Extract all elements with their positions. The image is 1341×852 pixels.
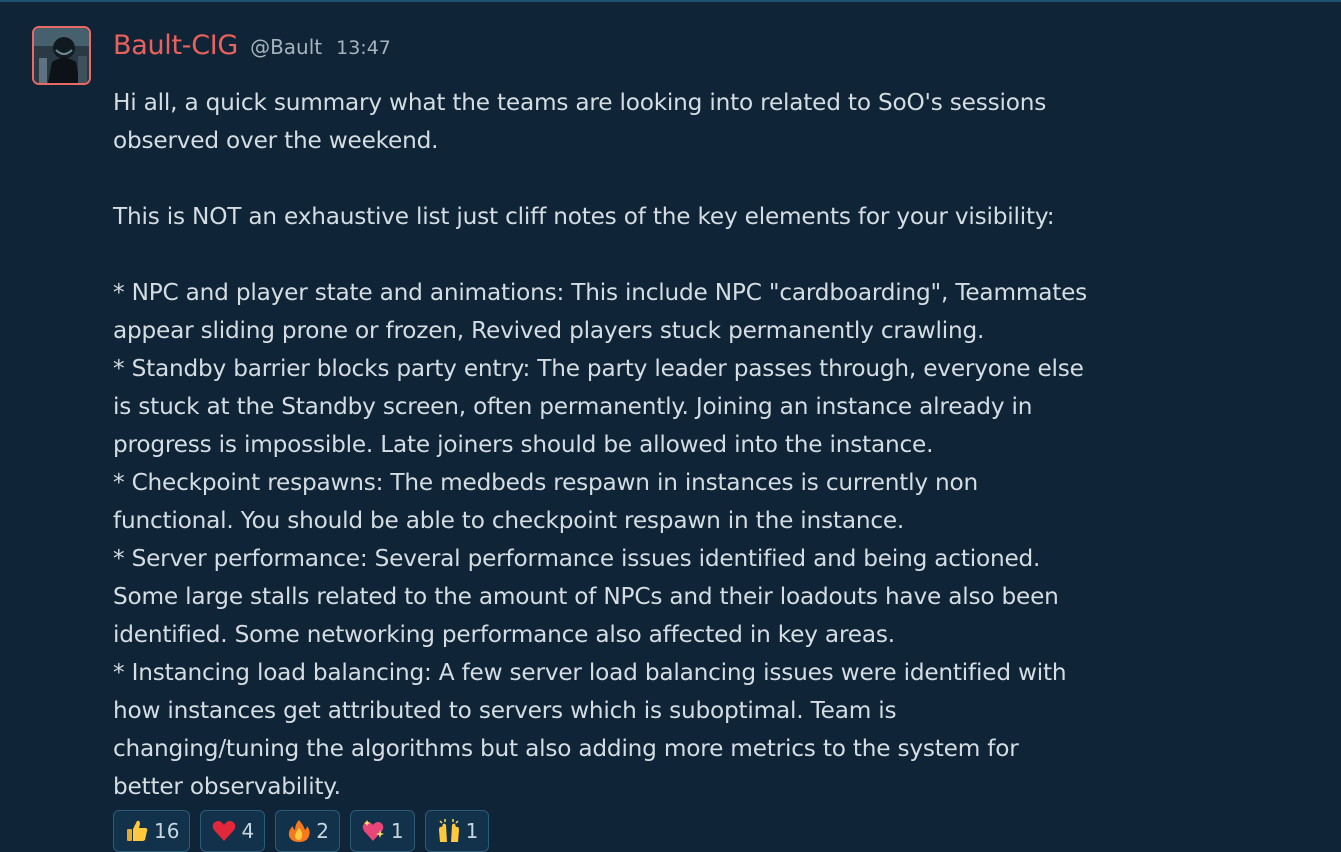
reaction-count: 1 <box>465 819 479 843</box>
message-timestamp: 13:47 <box>336 37 391 59</box>
message-header: Bault-CIG @Bault 13:47 <box>113 30 391 74</box>
message-line: progress is impossible. Late joiners sho… <box>113 431 934 458</box>
heart-icon <box>213 821 236 841</box>
reaction-count: 1 <box>390 819 404 843</box>
author-name[interactable]: Bault-CIG <box>113 30 238 61</box>
message-line: identified. Some networking performance … <box>113 621 895 648</box>
reaction-bar: 16 4 2 1 1 <box>113 810 490 852</box>
reaction-fire[interactable]: 2 <box>275 810 340 852</box>
reaction-thumbs-up[interactable]: 16 <box>113 810 191 852</box>
reaction-sparkling-heart[interactable]: 1 <box>349 810 415 852</box>
chat-message: Bault-CIG @Bault 13:47 Hi all, a quick s… <box>0 0 1341 852</box>
reaction-count: 4 <box>241 819 255 843</box>
message-line: how instances get attributed to servers … <box>113 697 897 724</box>
message-line: changing/tuning the algorithms but also … <box>113 735 1019 762</box>
message-line: functional. You should be able to checkp… <box>113 507 905 534</box>
reaction-heart[interactable]: 4 <box>200 810 266 852</box>
message-line: better observability. <box>113 773 341 800</box>
message-line: Hi all, a quick summary what the teams a… <box>113 89 1047 116</box>
avatar-image <box>34 28 89 83</box>
fire-icon <box>289 820 310 842</box>
message-line: Some large stalls related to the amount … <box>113 583 1059 610</box>
message-line: * Checkpoint respawns: The medbeds respa… <box>113 469 979 496</box>
message-line: is stuck at the Standby screen, often pe… <box>113 393 1033 420</box>
author-handle: @Bault <box>250 35 323 59</box>
sparkling-heart-icon <box>362 820 384 841</box>
reaction-raised-hands[interactable]: 1 <box>424 810 490 852</box>
reaction-count: 2 <box>316 819 329 843</box>
avatar[interactable] <box>32 26 91 85</box>
message-line: * Server performance: Several performanc… <box>113 545 1041 572</box>
message-line: * Instancing load balancing: A few serve… <box>113 659 1067 686</box>
message-body: Hi all, a quick summary what the teams a… <box>113 84 1328 806</box>
thumbs-up-icon <box>127 820 148 841</box>
reaction-count: 16 <box>154 819 180 843</box>
message-line: This is NOT an exhaustive list just clif… <box>113 203 1055 230</box>
message-line: appear sliding prone or frozen, Revived … <box>113 317 985 344</box>
raised-hands-icon <box>438 819 459 842</box>
message-line: * Standby barrier blocks party entry: Th… <box>113 355 1084 382</box>
message-line: observed over the weekend. <box>113 127 439 154</box>
message-line: * NPC and player state and animations: T… <box>113 279 1088 306</box>
